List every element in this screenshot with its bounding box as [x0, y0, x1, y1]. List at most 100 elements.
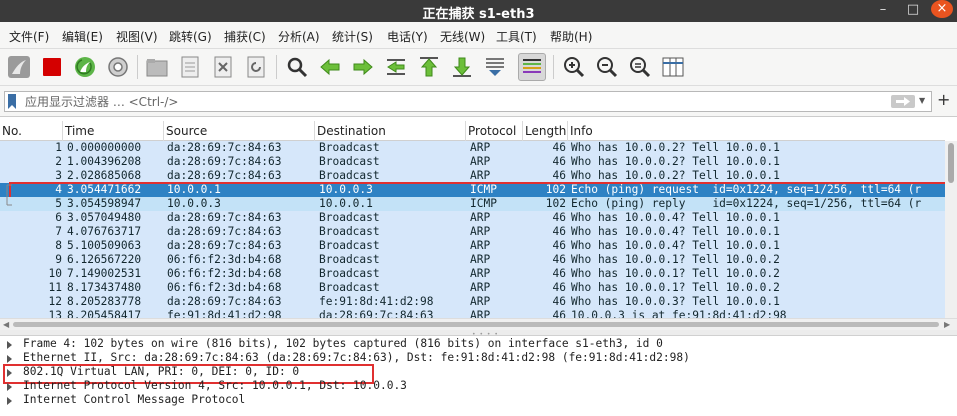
menu-telephony[interactable]: 电话(Y): [387, 28, 428, 45]
packet-destination: Broadcast: [319, 239, 380, 252]
packet-time: 4.076763717: [67, 225, 142, 238]
go-forward-icon[interactable]: [349, 53, 377, 81]
save-file-icon[interactable]: [176, 53, 204, 81]
packet-row[interactable]: 12 8.205283778 da:28:69:7c:84:63 fe:91:8d:4…: [0, 295, 945, 309]
packet-length: 46: [552, 169, 566, 182]
column-header-length[interactable]: Length: [523, 121, 568, 141]
add-filter-button[interactable]: +: [937, 92, 950, 108]
expand-triangle-icon[interactable]: [7, 355, 12, 363]
packet-list-horizontal-scrollbar[interactable]: ◀ ▶: [0, 318, 957, 330]
zoom-out-icon[interactable]: [593, 53, 621, 81]
capture-options-icon[interactable]: [104, 53, 132, 81]
close-file-icon[interactable]: [209, 53, 237, 81]
minimize-button[interactable]: –: [872, 0, 894, 22]
detail-tree-item[interactable]: Internet Control Message Protocol: [0, 393, 957, 407]
horizontal-scrollbar-thumb[interactable]: [13, 322, 939, 327]
column-header-time[interactable]: Time: [63, 121, 164, 141]
packet-protocol: ARP: [470, 239, 491, 252]
column-header-no[interactable]: No.: [0, 121, 63, 141]
column-header-info[interactable]: Info: [568, 121, 945, 141]
zoom-in-icon[interactable]: [560, 53, 588, 81]
packet-protocol: ICMP: [470, 197, 497, 210]
window-title: 正在捕获 s1-eth3: [422, 7, 535, 22]
menu-edit[interactable]: 编辑(E): [62, 28, 103, 45]
shark-fin-start-icon[interactable]: [5, 53, 33, 81]
menu-capture[interactable]: 捕获(C): [224, 28, 266, 45]
packet-destination: fe:91:8d:41:d2:98: [319, 295, 434, 308]
menu-go[interactable]: 跳转(G): [169, 28, 212, 45]
column-header-protocol[interactable]: Protocol: [466, 121, 523, 141]
packet-row[interactable]: 1 0.000000000 da:28:69:7c:84:63 Broadcast AR…: [0, 141, 945, 155]
auto-scroll-icon[interactable]: [481, 53, 509, 81]
column-header-destination[interactable]: Destination: [315, 121, 466, 141]
packet-row[interactable]: 7 4.076763717 da:28:69:7c:84:63 Broadcast AR…: [0, 225, 945, 239]
packet-length: 46: [552, 239, 566, 252]
packet-destination: 10.0.0.1: [319, 197, 373, 210]
packet-length: 46: [552, 295, 566, 308]
expand-triangle-icon[interactable]: [7, 341, 12, 349]
detail-tree-item[interactable]: Internet Protocol Version 4, Src: 10.0.0…: [0, 379, 957, 393]
reload-file-icon[interactable]: [242, 53, 270, 81]
packet-row-selected[interactable]: 4 3.054471662 10.0.0.1 10.0.0.3 ICMP 102 Echo …: [0, 182, 950, 202]
menu-wireless[interactable]: 无线(W): [440, 28, 485, 45]
find-packet-icon[interactable]: [283, 53, 311, 81]
stop-capture-icon[interactable]: [38, 53, 66, 81]
open-file-icon[interactable]: [143, 53, 171, 81]
zoom-normal-icon[interactable]: [626, 53, 654, 81]
packet-no: 3: [55, 169, 62, 182]
detail-tree-item[interactable]: Ethernet II, Src: da:28:69:7c:84:63 (da:…: [0, 351, 957, 365]
go-back-icon[interactable]: [316, 53, 344, 81]
packet-protocol: ARP: [470, 295, 491, 308]
expand-triangle-icon[interactable]: [7, 397, 12, 405]
packet-row[interactable]: 5 3.054598947 10.0.0.3 10.0.0.1 ICMP 102 Echo …: [0, 197, 945, 211]
packet-destination: 10.0.0.3: [319, 183, 373, 196]
packet-details-pane: Frame 4: 102 bytes on wire (816 bits), 1…: [0, 336, 957, 416]
menu-statistics[interactable]: 统计(S): [332, 28, 373, 45]
packet-length: 46: [552, 211, 566, 224]
apply-filter-arrow-icon[interactable]: [891, 95, 915, 108]
menu-help[interactable]: 帮助(H): [550, 28, 592, 45]
display-filter-input[interactable]: [25, 93, 885, 110]
menu-view[interactable]: 视图(V): [116, 28, 158, 45]
detail-tree-item[interactable]: Frame 4: 102 bytes on wire (816 bits), 1…: [0, 337, 957, 351]
packet-time: 3.054471662: [67, 183, 142, 196]
first-packet-icon[interactable]: [415, 53, 443, 81]
packet-info: Who has 10.0.0.4? Tell 10.0.0.1: [571, 239, 780, 252]
packet-source: 06:f6:f2:3d:b4:68: [167, 267, 282, 280]
detail-tree-text: Frame 4: 102 bytes on wire (816 bits), 1…: [23, 337, 663, 350]
packet-row[interactable]: 10 7.149002531 06:f6:f2:3d:b4:68 Broadcast A…: [0, 267, 945, 281]
packet-length: 102: [545, 183, 566, 196]
packet-row[interactable]: 8 5.100509063 da:28:69:7c:84:63 Broadcast AR…: [0, 239, 945, 253]
packet-row[interactable]: 13 8.205458417 fe:91:8d:41:d2:98 da:28:69:7…: [0, 309, 945, 318]
resize-columns-icon[interactable]: [659, 53, 687, 81]
packet-row[interactable]: 11 8.173437480 06:f6:f2:3d:b4:68 Broadcast A…: [0, 281, 945, 295]
expand-triangle-icon[interactable]: [7, 369, 12, 377]
toolbar-separator: [276, 55, 277, 79]
packet-row[interactable]: 3 2.028685068 da:28:69:7c:84:63 Broadcast AR…: [0, 169, 945, 183]
colorize-icon[interactable]: [518, 53, 546, 81]
close-button[interactable]: ×: [931, 0, 953, 18]
packet-list-vertical-scrollbar[interactable]: [945, 141, 957, 318]
detail-tree-item[interactable]: 802.1Q Virtual LAN, PRI: 0, DEI: 0, ID: …: [0, 364, 957, 384]
filter-history-dropdown-icon[interactable]: ▼: [919, 96, 925, 105]
packet-protocol: ARP: [470, 211, 491, 224]
packet-info: Who has 10.0.0.2? Tell 10.0.0.1: [571, 155, 780, 168]
last-packet-icon[interactable]: [448, 53, 476, 81]
scroll-left-icon[interactable]: ◀: [3, 320, 9, 329]
column-header-source[interactable]: Source: [164, 121, 315, 141]
packet-info: Who has 10.0.0.1? Tell 10.0.0.2: [571, 281, 780, 294]
menu-file[interactable]: 文件(F): [9, 28, 49, 45]
menu-analyze[interactable]: 分析(A): [278, 28, 320, 45]
expand-triangle-icon[interactable]: [7, 383, 12, 391]
packet-list-header: No. Time Source Destination Protocol Len…: [0, 121, 945, 141]
restart-capture-icon[interactable]: [71, 53, 99, 81]
scrollbar-thumb[interactable]: [948, 143, 954, 183]
scroll-right-icon[interactable]: ▶: [944, 320, 950, 329]
packet-row[interactable]: 6 3.057049480 da:28:69:7c:84:63 Broadcast AR…: [0, 211, 945, 225]
packet-row[interactable]: 9 6.126567220 06:f6:f2:3d:b4:68 Broadcast AR…: [0, 253, 945, 267]
menu-tools[interactable]: 工具(T): [496, 28, 537, 45]
bookmark-icon[interactable]: [7, 94, 17, 109]
maximize-button[interactable]: □: [902, 0, 924, 22]
packet-row[interactable]: 2 1.004396208 da:28:69:7c:84:63 Broadcast AR…: [0, 155, 945, 169]
go-to-packet-icon[interactable]: [382, 53, 410, 81]
